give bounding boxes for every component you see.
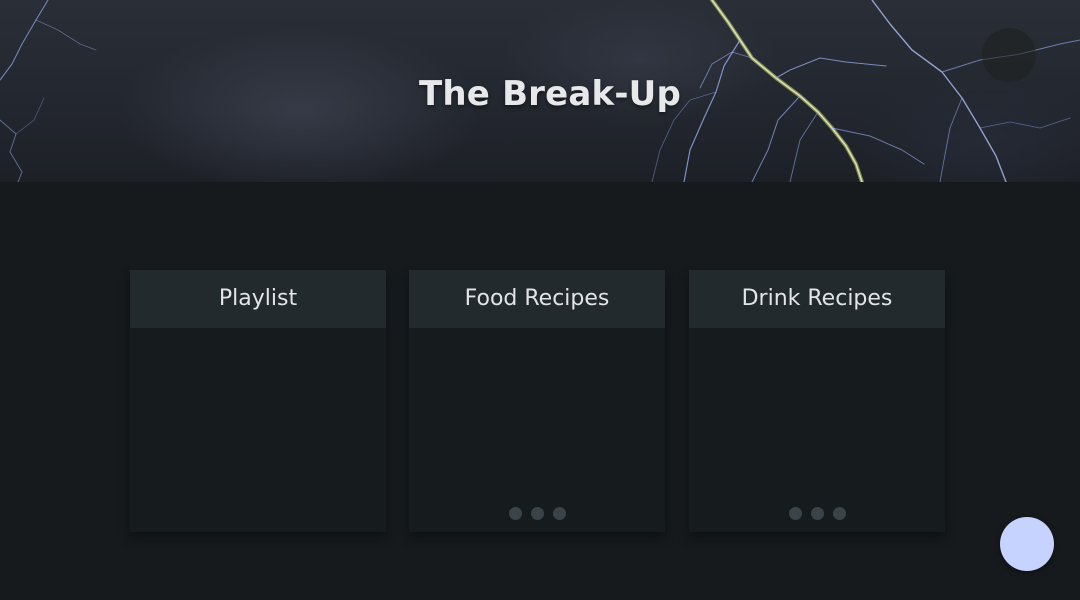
food-recipes-card-title: Food Recipes — [409, 270, 665, 328]
loading-dots-icon — [409, 507, 665, 520]
drink-recipes-card-title: Drink Recipes — [689, 270, 945, 328]
drink-recipes-card[interactable]: Drink Recipes — [689, 270, 945, 532]
food-recipes-card[interactable]: Food Recipes — [409, 270, 665, 532]
loading-dots-icon — [689, 507, 945, 520]
loading-dot — [832, 507, 846, 520]
loading-dot — [810, 507, 824, 520]
loading-dot — [508, 507, 522, 520]
loading-dot — [788, 507, 802, 520]
loading-dot — [530, 507, 544, 520]
loading-dot — [552, 507, 566, 520]
playlist-card-title: Playlist — [130, 270, 386, 328]
page-title: The Break-Up — [418, 74, 682, 114]
floating-action-button[interactable] — [1000, 517, 1054, 571]
playlist-card[interactable]: Playlist — [130, 270, 386, 532]
hero-banner: The Break-Up — [0, 0, 1080, 182]
card-row: Playlist Food Recipes Drink Recipes — [130, 270, 945, 532]
